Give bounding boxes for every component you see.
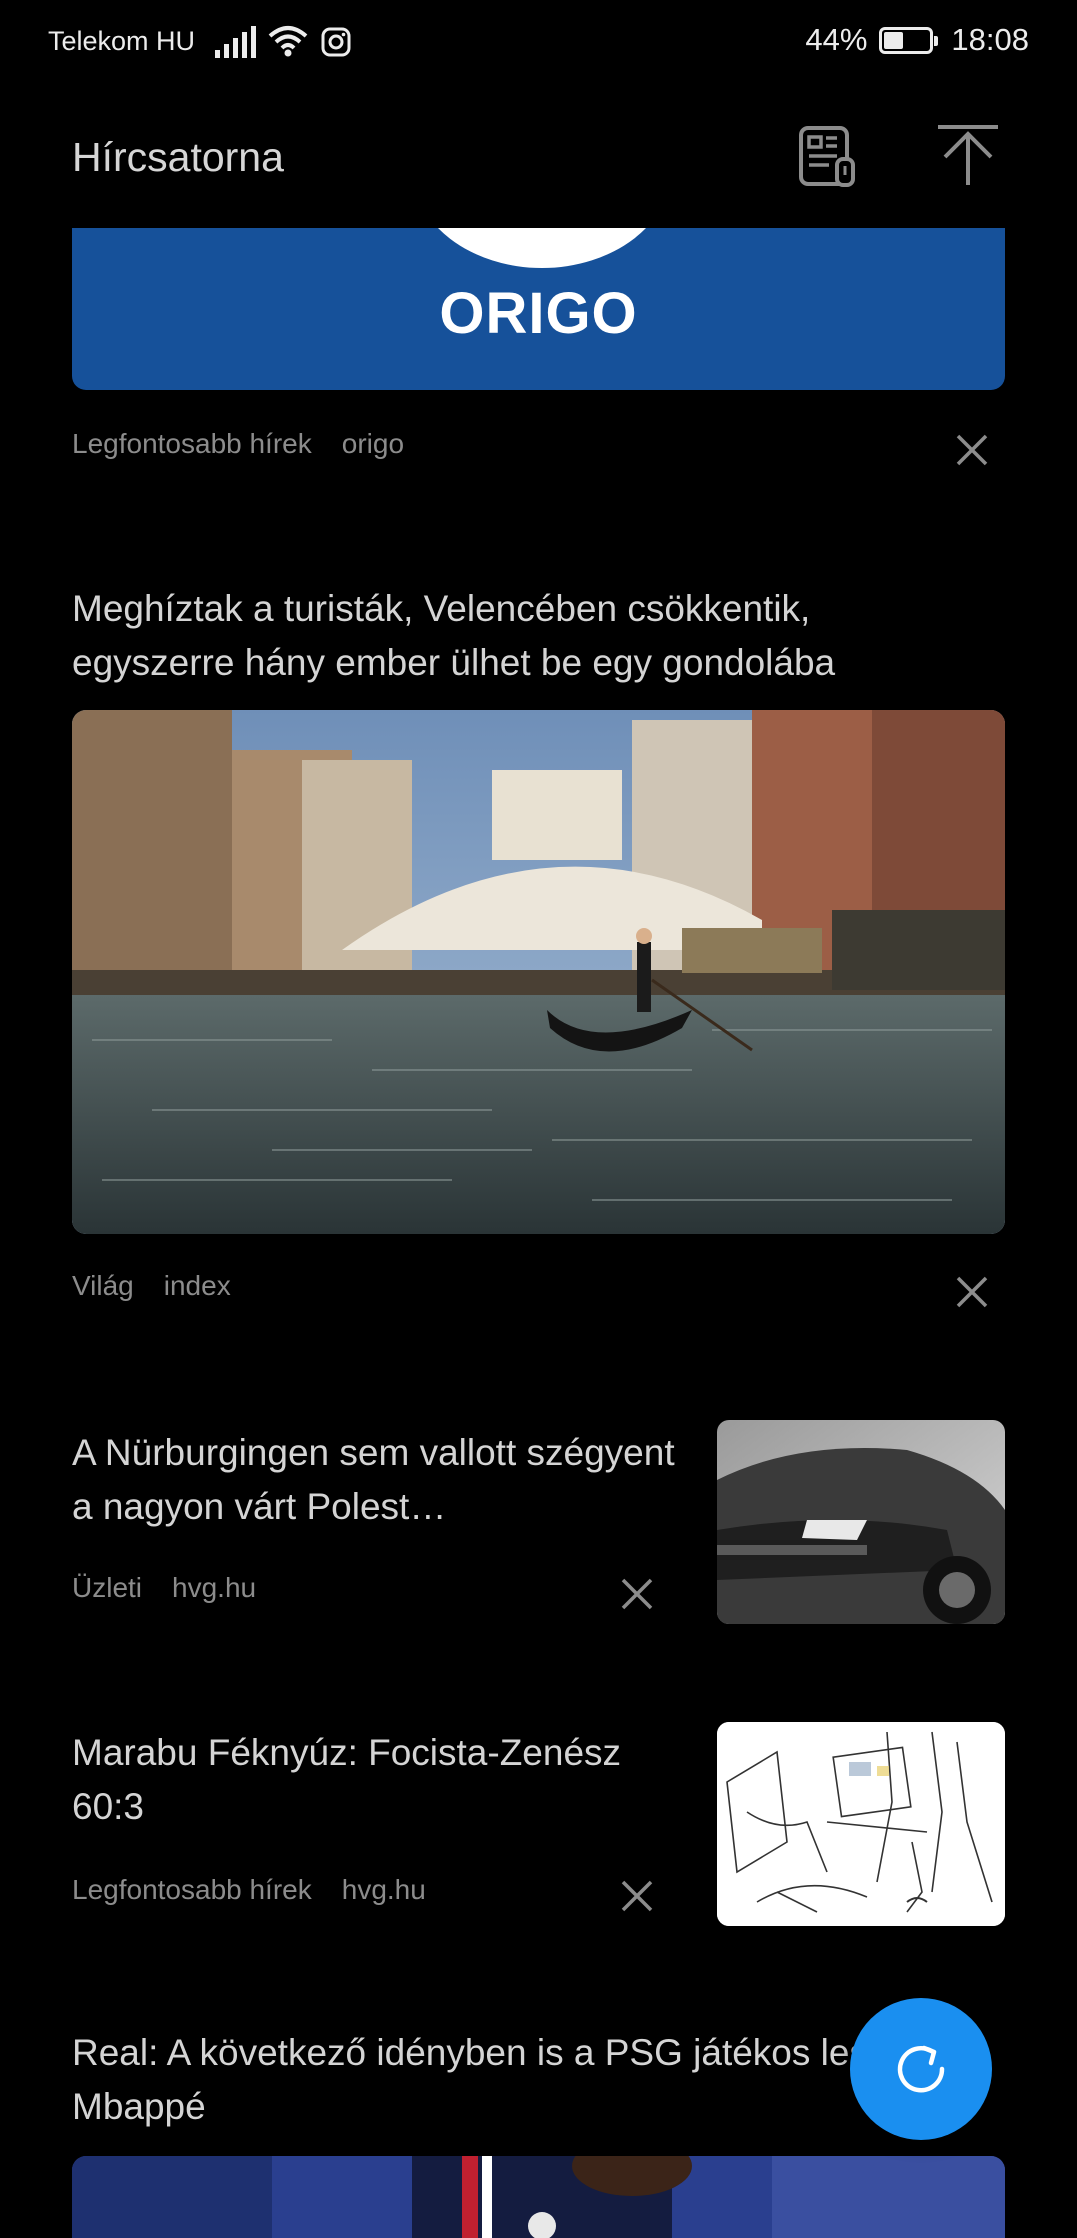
article-title[interactable]: Meghíztak a turisták, Velencében csökken… (72, 582, 972, 690)
carrier-name: Telekom HU (48, 26, 196, 56)
article-meta: Legfontosabb hírek origo (72, 428, 404, 460)
instagram-icon (321, 27, 351, 57)
origo-logo: ORIGO (439, 281, 638, 346)
article-category: Üzleti (72, 1572, 143, 1603)
dismiss-button[interactable] (950, 1270, 994, 1314)
battery-icon (879, 26, 939, 54)
article-image-venice[interactable] (72, 710, 1005, 1234)
close-icon (956, 1276, 988, 1308)
scroll-top-button[interactable] (930, 118, 1006, 194)
origo-banner-image[interactable]: ORIGO (72, 228, 1005, 390)
dismiss-button[interactable] (615, 1572, 659, 1616)
refresh-button[interactable] (850, 1998, 992, 2140)
close-icon (621, 1578, 653, 1610)
article-thumbnail-cartoon[interactable] (717, 1722, 1005, 1926)
clock: 18:08 (951, 22, 1029, 57)
article-title[interactable]: Marabu Féknyúz: Focista-Zenész 60:3 (72, 1726, 692, 1834)
article-category: Legfontosabb hírek (72, 1874, 312, 1905)
status-bar: Telekom HU 44% 18:08 (0, 0, 1077, 86)
close-icon (621, 1880, 653, 1912)
app-header: Hírcsatorna (0, 100, 1077, 228)
page-title: Hírcsatorna (72, 134, 284, 180)
article-title[interactable]: Real: A következő idényben is a PSG játé… (72, 2026, 972, 2134)
article-source: origo (341, 428, 405, 459)
article-category: Legfontosabb hírek (72, 428, 312, 459)
article-meta: Üzleti hvg.hu (72, 1572, 256, 1604)
dismiss-button[interactable] (615, 1874, 659, 1918)
article-thumbnail-car[interactable] (717, 1420, 1005, 1624)
wifi-icon (268, 26, 308, 57)
dismiss-button[interactable] (950, 428, 994, 472)
article-source: hvg.hu (341, 1874, 426, 1905)
close-icon (956, 434, 988, 466)
article-category: Világ (72, 1270, 134, 1301)
scroll-top-icon (938, 125, 998, 185)
article-title[interactable]: A Nürburgingen sem vallott szégyent a na… (72, 1426, 692, 1534)
news-manage-icon (799, 126, 855, 187)
article-source: hvg.hu (172, 1572, 257, 1603)
battery-percent: 44% (805, 22, 868, 57)
news-manage-button[interactable] (790, 118, 866, 194)
signal-icon (215, 26, 256, 58)
article-meta: Legfontosabb hírek hvg.hu (72, 1874, 426, 1906)
article-meta: Világ index (72, 1270, 231, 1302)
news-feed: ORIGO Legfontosabb hírek origo Meghíztak … (0, 228, 1077, 2238)
refresh-icon (897, 2045, 945, 2093)
article-source: index (163, 1270, 231, 1301)
article-image-psg[interactable] (72, 2156, 1005, 2238)
